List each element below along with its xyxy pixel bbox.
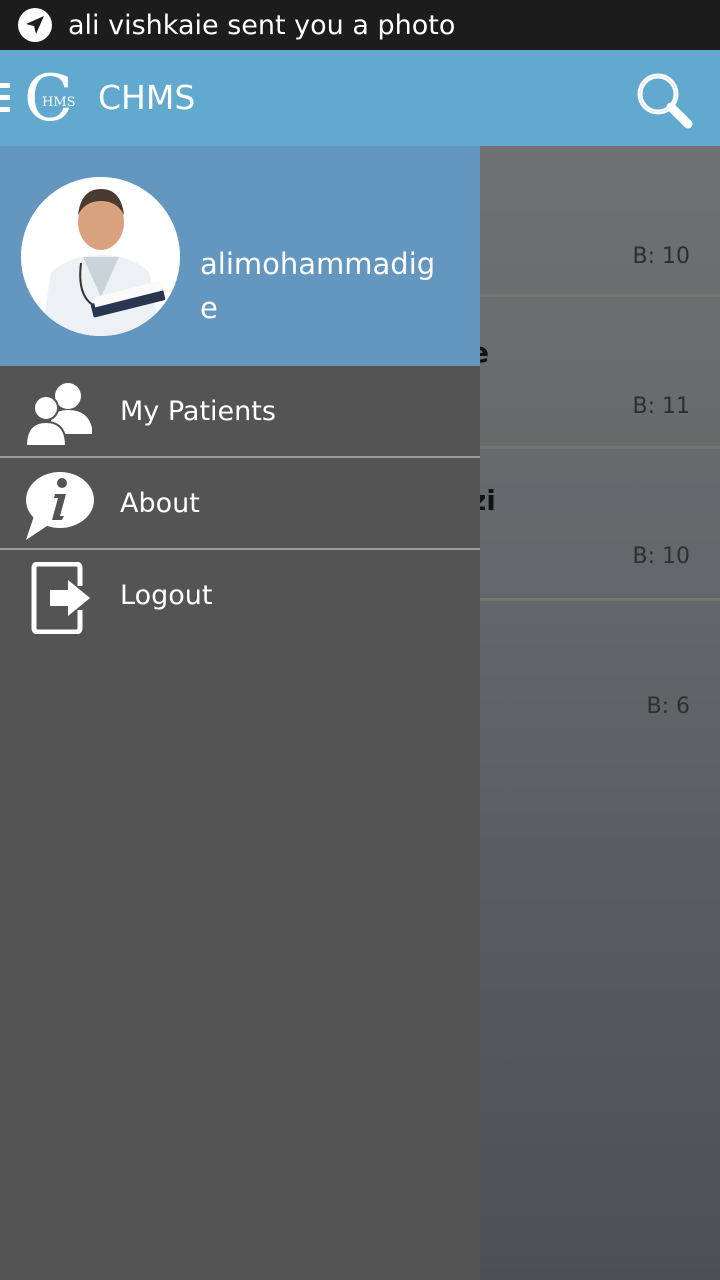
drawer-header: alimohammadige	[0, 146, 480, 366]
navigation-drawer: alimohammadige My Patients About Logout	[0, 146, 480, 1280]
app-logo: C HMS	[24, 62, 94, 136]
divider	[0, 548, 480, 550]
drawer-item-logout[interactable]: Logout	[0, 552, 480, 642]
patients-icon	[24, 378, 96, 450]
avatar	[21, 177, 180, 336]
status-bar: ali vishkaie sent you a photo	[0, 0, 720, 50]
info-bubble-icon	[24, 470, 96, 542]
logout-icon	[24, 561, 96, 635]
navigation-arrow-icon	[18, 8, 52, 42]
drawer-item-label: Logout	[120, 580, 213, 611]
notification-text: ali vishkaie sent you a photo	[68, 9, 456, 41]
drawer-item-label: About	[120, 488, 200, 519]
drawer-item-my-patients[interactable]: My Patients	[0, 368, 480, 458]
user-name: alimohammadige	[200, 247, 436, 325]
divider	[0, 456, 480, 458]
search-icon[interactable]	[634, 70, 694, 130]
app-title: CHMS	[98, 78, 196, 117]
drawer-item-about[interactable]: About	[0, 460, 480, 550]
hamburger-menu-icon[interactable]	[0, 83, 10, 115]
svg-text:HMS: HMS	[42, 95, 76, 110]
drawer-item-label: My Patients	[120, 396, 276, 427]
action-bar: C HMS CHMS	[0, 50, 720, 146]
